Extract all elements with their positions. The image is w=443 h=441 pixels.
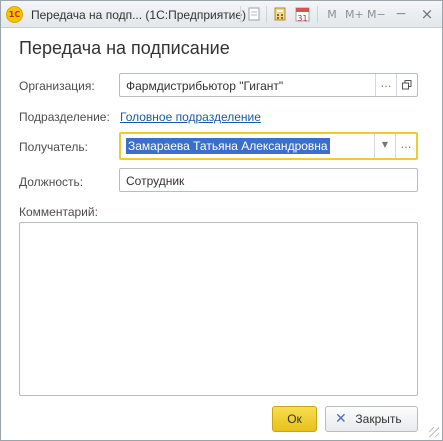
document-icon[interactable] (247, 7, 261, 22)
memory-button[interactable]: M (326, 7, 338, 22)
organization-value: Фармдистрибьютор "Гигант" (126, 79, 284, 93)
recipient-value: Замараева Татьяна Александровна (126, 138, 330, 154)
calendar-day: 31 (297, 14, 308, 23)
close-button[interactable]: ✕ Закрыть (325, 406, 418, 432)
position-label: Должность: (19, 175, 84, 189)
close-button-label: Закрыть (355, 412, 402, 426)
close-x-icon: ✕ (335, 411, 347, 427)
calculator-icon[interactable] (273, 7, 287, 22)
title-bar[interactable]: 1С Передача на подп... (1С:Предприятие) … (1, 1, 442, 28)
chevron-down-icon[interactable]: ▼ (374, 134, 395, 158)
toolbar-separator (266, 6, 267, 23)
memory-plus-button[interactable]: M+ (345, 7, 364, 22)
open-organization-icon[interactable] (396, 74, 417, 96)
1c-logo-icon: 1С (6, 6, 23, 23)
select-recipient-button[interactable]: … (395, 134, 416, 158)
toolbar-separator (240, 6, 241, 23)
resize-grip[interactable] (429, 427, 439, 437)
position-field[interactable]: Сотрудник (119, 168, 418, 192)
minimize-icon[interactable]: − (394, 7, 408, 22)
select-organization-button[interactable]: … (375, 74, 396, 96)
recipient-value-wrap: Замараева Татьяна Александровна (126, 138, 330, 154)
memory-minus-button[interactable]: M− (367, 7, 386, 22)
department-label: Подразделение: (19, 110, 110, 124)
recipient-label: Получатель: (19, 140, 88, 154)
ok-button[interactable]: Ок (272, 406, 317, 432)
comment-label: Комментарий: (19, 205, 98, 219)
toolbar-separator (317, 6, 318, 23)
organization-label: Организация: (19, 79, 95, 93)
dialog-window: 1С Передача на подп... (1С:Предприятие) … (0, 0, 443, 441)
form-title: Передача на подписание (19, 38, 230, 58)
organization-field[interactable]: Фармдистрибьютор "Гигант" … (119, 73, 418, 97)
recipient-field[interactable]: Замараева Татьяна Александровна ▼ … (119, 132, 418, 160)
position-value: Сотрудник (126, 174, 185, 188)
comment-textarea[interactable] (19, 222, 418, 396)
close-icon[interactable]: × (420, 7, 434, 22)
window-title: Передача на подп... (1С:Предприятие) (31, 8, 247, 22)
department-link[interactable]: Головное подразделение (120, 110, 261, 124)
